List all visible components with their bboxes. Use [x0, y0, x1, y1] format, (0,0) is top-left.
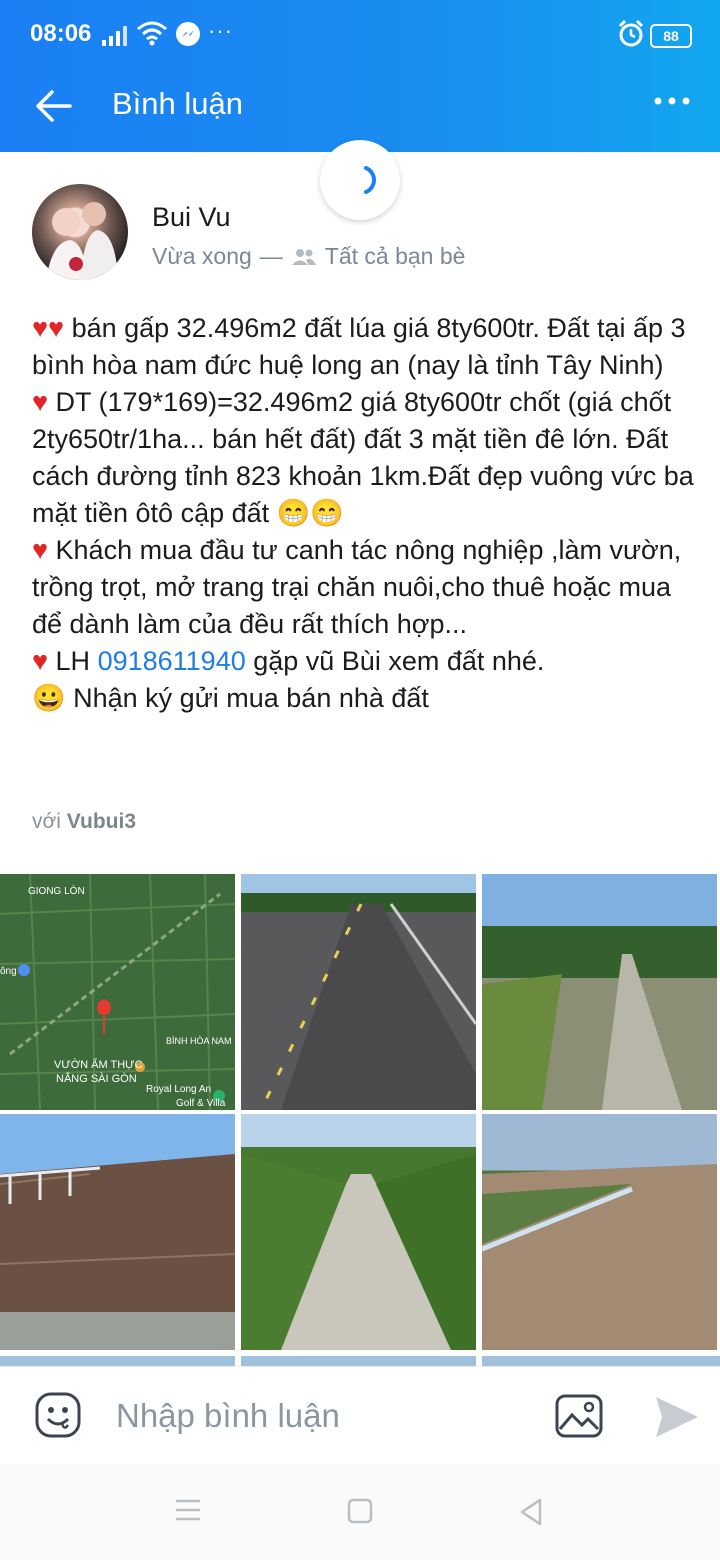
- battery-indicator: 88: [650, 24, 692, 48]
- map-label: Royal Long An: [146, 1084, 211, 1095]
- map-label: GIONG LÒN: [28, 884, 85, 897]
- photo-strip: [0, 1356, 235, 1366]
- road-image: [259, 903, 476, 1110]
- photo-road[interactable]: [241, 874, 476, 1110]
- tagged-user[interactable]: Vubui3: [67, 810, 136, 833]
- back-arrow-icon[interactable]: [34, 86, 74, 126]
- spinner-icon: [364, 166, 376, 194]
- map-label: VƯỜN ẨM THỰC: [54, 1058, 143, 1071]
- photo-gravel-road[interactable]: [241, 1114, 476, 1350]
- photo-path[interactable]: [482, 874, 717, 1110]
- friends-icon: [291, 248, 316, 265]
- bridge-image: [0, 1154, 235, 1312]
- avatar-photo: [46, 202, 118, 280]
- wifi-icon: [137, 21, 167, 46]
- paragraph-text: bán gấp 32.496m2 đất lúa giá 8ty600tr. Đ…: [32, 313, 686, 380]
- app-bar: Bình luận: [0, 60, 720, 152]
- phone-link[interactable]: 0918611940: [98, 646, 246, 676]
- sticker-icon[interactable]: [34, 1391, 82, 1439]
- tagged-users: với Vubui3: [32, 810, 136, 834]
- system-nav-bar: [0, 1464, 720, 1560]
- more-notifications-icon: ···: [208, 18, 233, 43]
- menu-nav-icon[interactable]: [174, 1498, 202, 1522]
- field-dike-image: [482, 1164, 717, 1350]
- paragraph-text: Khách mua đầu tư canh tác nông nghiệp ,l…: [32, 535, 682, 639]
- post-privacy: Tất cả bạn bè: [324, 243, 466, 269]
- map-image: GIONG LÒN ông BÌNH HÒA NAM VƯỜN ẨM THỰC …: [0, 874, 235, 1110]
- path-image: [482, 954, 682, 1110]
- photo-map[interactable]: GIONG LÒN ông BÌNH HÒA NAM VƯỜN ẨM THỰC …: [0, 874, 235, 1110]
- post-paragraph: ♥ Khách mua đầu tư canh tác nông nghiệp …: [32, 532, 702, 643]
- image-picker-icon[interactable]: [554, 1393, 604, 1439]
- paragraph-text: DT (179*169)=32.496m2 giá 8ty600tr chốt …: [32, 387, 694, 528]
- post-time: Vừa xong: [152, 243, 252, 269]
- smile-emoji: 😀: [32, 683, 66, 713]
- messenger-icon: [176, 22, 200, 46]
- contact-paragraph: ♥ LH 0918611940 gặp vũ Bùi xem đất nhé.: [32, 643, 702, 680]
- header-bar: 08:06 ··· 88 Bình luận: [0, 0, 720, 152]
- home-nav-icon[interactable]: [347, 1498, 373, 1524]
- map-label: Golf & Villa: [176, 1098, 226, 1109]
- heart-emoji: ♥: [32, 535, 49, 565]
- heart-emoji: ♥♥: [32, 313, 65, 343]
- map-label: BÌNH HÒA NAM: [166, 1036, 232, 1046]
- contact-after: gặp vũ Bùi xem đất nhé.: [245, 646, 545, 676]
- paragraph-text: Nhận ký gửi mua bán nhà đất: [65, 683, 429, 713]
- gravel-road-image: [241, 1154, 476, 1350]
- avatar[interactable]: [32, 184, 128, 280]
- heart-emoji: ♥: [32, 646, 49, 676]
- map-label: NẮNG SÀI GÒN: [56, 1072, 137, 1085]
- status-bar: 08:06 ··· 88: [0, 0, 720, 60]
- post-paragraph: 😀 Nhận ký gửi mua bán nhà đất: [32, 680, 702, 717]
- contact-before: LH: [48, 646, 98, 676]
- alarm-icon: [618, 20, 644, 47]
- more-options-icon[interactable]: [654, 96, 690, 106]
- with-label: với: [32, 810, 61, 833]
- comment-bar: Nhập bình luận: [0, 1366, 720, 1465]
- post-paragraph: ♥♥ bán gấp 32.496m2 đất lúa giá 8ty600tr…: [32, 310, 702, 384]
- map-label: ông: [0, 966, 17, 977]
- page-title: Bình luận: [112, 86, 243, 121]
- photo-strip: [482, 1356, 720, 1366]
- comment-input[interactable]: Nhập bình luận: [116, 1397, 340, 1435]
- heart-emoji: ♥: [32, 387, 49, 417]
- send-icon[interactable]: [654, 1395, 700, 1439]
- signal-icon: [102, 26, 127, 46]
- post-meta: Vừa xong — Tất cả bạn bè: [152, 243, 465, 270]
- status-time: 08:06: [30, 20, 92, 47]
- post-paragraph: ♥ DT (179*169)=32.496m2 giá 8ty600tr chố…: [32, 384, 702, 532]
- loading-spinner: [320, 140, 400, 220]
- photo-bridge[interactable]: [0, 1114, 235, 1350]
- author-name[interactable]: Bui Vu: [152, 202, 231, 233]
- photo-field-dike[interactable]: [482, 1114, 717, 1350]
- post-body: ♥♥ bán gấp 32.496m2 đất lúa giá 8ty600tr…: [32, 310, 702, 717]
- meta-separator: —: [259, 243, 283, 269]
- back-nav-icon[interactable]: [518, 1498, 544, 1526]
- photo-strip: [241, 1356, 476, 1366]
